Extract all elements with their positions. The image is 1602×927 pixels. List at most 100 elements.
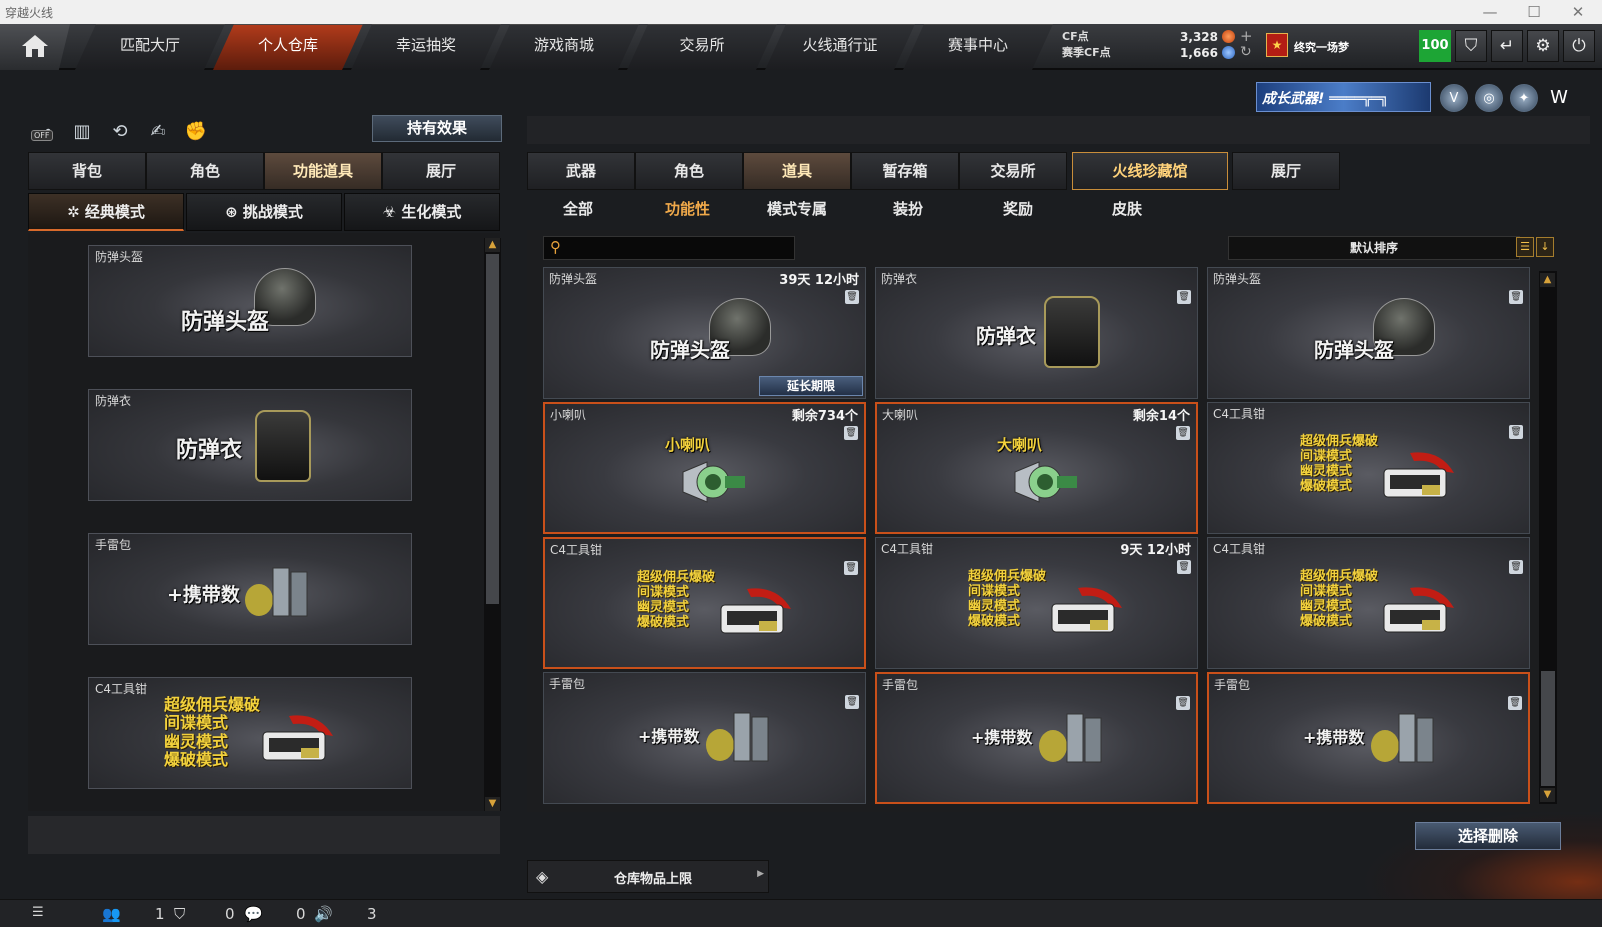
add-currency-icon[interactable]: +	[1240, 27, 1253, 45]
trash-icon[interactable]: 🗑	[1177, 290, 1191, 304]
stats-icon[interactable]: ▥	[68, 118, 96, 146]
sort-direction-icon[interactable]: ↓	[1536, 237, 1554, 257]
scroll-up-icon[interactable]: ▲	[1540, 273, 1555, 287]
badge-v-icon[interactable]: V	[1440, 84, 1468, 112]
trash-icon[interactable]: 🗑	[844, 561, 858, 575]
trash-icon[interactable]: 🗑	[1176, 426, 1190, 440]
tab-items[interactable]: 道具	[743, 152, 851, 190]
item-card[interactable]: 手雷包 🗑 +携带数	[543, 672, 866, 804]
tab-backpack[interactable]: 背包	[28, 152, 146, 190]
scroll-down-icon[interactable]: ▼	[1540, 788, 1555, 802]
scroll-thumb[interactable]	[486, 254, 499, 604]
subtab-all[interactable]: 全部	[563, 198, 593, 224]
trash-icon[interactable]: 🗑	[1509, 290, 1523, 304]
trash-icon[interactable]: 🗑	[845, 290, 859, 304]
trash-icon[interactable]: 🗑	[1509, 560, 1523, 574]
search-field[interactable]	[570, 239, 790, 257]
tab-weapons[interactable]: 武器	[527, 152, 635, 190]
tab-trade[interactable]: 交易所	[959, 152, 1067, 190]
maximize-button[interactable]: ☐	[1512, 1, 1556, 23]
growth-weapon-banner[interactable]: 成长武器! ════╦═╗	[1256, 82, 1431, 112]
tab-hall[interactable]: 展厅	[1232, 152, 1340, 190]
hand-icon[interactable]: ✍	[144, 118, 172, 146]
w-logo-icon[interactable]: W	[1545, 84, 1573, 112]
nav-tab-warehouse[interactable]: 个人仓库	[213, 24, 363, 70]
item-card[interactable]: C4工具钳 9天 12小时 🗑 超级佣兵爆破 间谍模式 幽灵模式 爆破模式	[875, 537, 1198, 669]
gear-icon[interactable]: ⚙	[1527, 30, 1559, 62]
friends-icon[interactable]: 👥	[102, 905, 121, 923]
shield-status-icon[interactable]: ⛉	[174, 905, 185, 923]
item-card[interactable]: 防弹头盔 🗑 防弹头盔	[1207, 267, 1530, 399]
item-card[interactable]: 防弹头盔 39天 12小时 🗑 防弹头盔 延长期限	[543, 267, 866, 399]
close-button[interactable]: ✕	[1556, 1, 1600, 23]
globe-icon[interactable]: ◎	[1475, 84, 1503, 112]
tab-character[interactable]: 角色	[146, 152, 264, 190]
home-button[interactable]	[0, 24, 70, 70]
trash-icon[interactable]: 🗑	[1508, 696, 1522, 710]
list-view-icon[interactable]: ☰	[1516, 237, 1534, 257]
mode-zombie[interactable]: ☣ 生化模式	[344, 193, 500, 231]
refresh-icon[interactable]: ↻	[1240, 44, 1252, 60]
trash-icon[interactable]: 🗑	[1176, 696, 1190, 710]
minimize-button[interactable]: —	[1468, 1, 1512, 23]
trash-icon[interactable]: 🗑	[845, 695, 859, 709]
item-card[interactable]: 大喇叭 剩余14个 🗑 大喇叭	[875, 402, 1198, 534]
sort-dropdown[interactable]: 默认排序	[1228, 236, 1520, 260]
tab-function-items[interactable]: 功能道具	[264, 152, 382, 190]
trash-icon[interactable]: 🗑	[1177, 560, 1191, 574]
subtab-functional[interactable]: 功能性	[665, 198, 710, 224]
item-card[interactable]: C4工具钳 🗑 超级佣兵爆破 间谍模式 幽灵模式 爆破模式	[1207, 402, 1530, 534]
tab-storage-box[interactable]: 暂存箱	[851, 152, 959, 190]
return-icon[interactable]: ↵	[1491, 30, 1523, 62]
item-card[interactable]: 防弹衣 🗑 防弹衣	[875, 267, 1198, 399]
tab-collection[interactable]: 火线珍藏馆	[1072, 152, 1228, 190]
nav-tab-lottery[interactable]: 幸运抽奖	[351, 24, 501, 70]
item-card[interactable]: 手雷包 🗑 +携带数	[1207, 672, 1530, 804]
speaker-icon[interactable]: 🔊	[314, 905, 333, 923]
nav-tab-events[interactable]: 赛事中心	[903, 24, 1053, 70]
scroll-thumb[interactable]	[1541, 671, 1555, 786]
tab-showroom[interactable]: 展厅	[382, 152, 500, 190]
scroll-up-icon[interactable]: ▲	[485, 238, 500, 252]
subtab-cosmetic[interactable]: 装扮	[893, 198, 923, 224]
right-scrollbar[interactable]: ▲ ▼	[1539, 271, 1557, 804]
off-badge: OFF	[31, 130, 53, 141]
trash-icon[interactable]: 🗑	[1509, 425, 1523, 439]
item-card[interactable]: 手雷包 🗑 +携带数	[875, 672, 1198, 804]
capacity-bar[interactable]: ◈ 仓库物品上限 ▶	[527, 860, 769, 893]
chat-icon[interactable]: 💬	[244, 905, 263, 923]
mode-classic[interactable]: ✲ 经典模式	[28, 193, 184, 231]
effects-button[interactable]: 持有效果	[372, 115, 502, 142]
subtab-mode-exclusive[interactable]: 模式专属	[767, 198, 827, 224]
extend-duration-button[interactable]: 延长期限	[759, 376, 863, 396]
subtab-reward[interactable]: 奖励	[1003, 198, 1033, 224]
emblem-icon[interactable]: ✦	[1510, 84, 1538, 112]
nav-tab-lobby[interactable]: 匹配大厅	[75, 24, 225, 70]
item-card[interactable]: C4工具钳 🗑 超级佣兵爆破 间谍模式 幽灵模式 爆破模式	[1207, 537, 1530, 669]
list-item[interactable]: 防弹衣 防弹衣	[88, 389, 412, 501]
menu-icon[interactable]: ☰	[32, 905, 44, 920]
list-item[interactable]: C4工具钳 超级佣兵爆破 间谍模式 幽灵模式 爆破模式	[88, 677, 412, 789]
tab-roles[interactable]: 角色	[635, 152, 743, 190]
item-card[interactable]: C4工具钳 🗑 超级佣兵爆破 间谍模式 幽灵模式 爆破模式	[543, 537, 866, 669]
shield-icon[interactable]: ⛉	[1455, 30, 1487, 62]
item-category: 防弹衣	[881, 272, 918, 286]
item-category: 小喇叭	[550, 408, 587, 422]
subtab-skin[interactable]: 皮肤	[1112, 198, 1142, 224]
trash-icon[interactable]: 🗑	[844, 426, 858, 440]
scroll-down-icon[interactable]: ▼	[485, 797, 500, 811]
power-icon[interactable]: ⏻	[1563, 30, 1595, 62]
select-delete-button[interactable]: 选择删除	[1415, 822, 1561, 850]
item-card[interactable]: 小喇叭 剩余734个 🗑 小喇叭	[543, 402, 866, 534]
list-item[interactable]: 手雷包 +携带数	[88, 533, 412, 645]
horn-icon	[1009, 454, 1081, 510]
nav-tab-exchange[interactable]: 交易所	[627, 24, 777, 70]
nav-tab-shop[interactable]: 游戏商城	[489, 24, 639, 70]
left-scrollbar[interactable]: ▲ ▼	[484, 238, 501, 811]
mode-challenge[interactable]: ⊛ 挑战模式	[186, 193, 342, 231]
search-input[interactable]: ⚲	[543, 236, 795, 260]
history-icon[interactable]: ⟲	[106, 118, 134, 146]
list-item[interactable]: 防弹头盔 防弹头盔	[88, 245, 412, 357]
glove-icon[interactable]: ✊	[182, 118, 210, 146]
nav-tab-pass[interactable]: 火线通行证	[765, 24, 915, 70]
